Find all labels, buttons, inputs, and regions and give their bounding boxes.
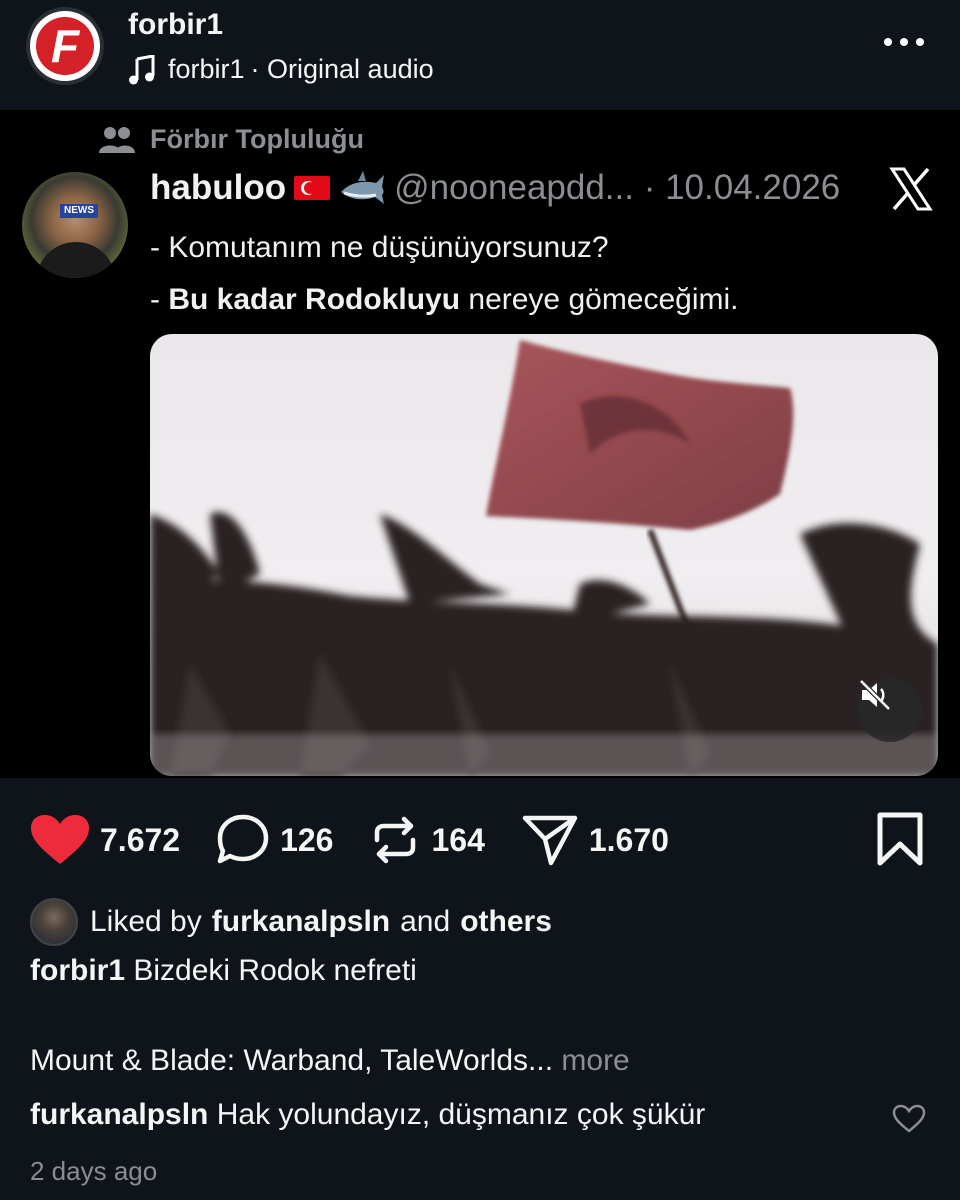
post-header: F forbir1 forbir1 · Original audio <box>0 0 960 110</box>
action-bar: 7.672 126 164 1.670 <box>30 812 705 868</box>
shark-icon <box>341 171 385 204</box>
more-options-icon[interactable] <box>884 38 924 46</box>
mute-button[interactable] <box>858 678 922 742</box>
tweet-display-name: habuloo <box>150 168 287 207</box>
tweet-line-2-rest: nereye gömeceğimi. <box>460 283 739 316</box>
post-timestamp: 2 days ago <box>30 1156 158 1186</box>
tweet-text: - Komutanım ne düşünüyorsunuz? - Bu kada… <box>150 222 739 326</box>
music-note-icon <box>129 54 155 84</box>
send-icon[interactable] <box>521 813 579 867</box>
game-text: Mount & Blade: Warband, TaleWorlds... <box>30 1044 554 1077</box>
video-player[interactable] <box>150 334 938 776</box>
liked-by-others[interactable]: others <box>460 905 552 939</box>
comment-preview: furkanalpsln Hak yolundayız, düşmanız ço… <box>30 1098 705 1132</box>
repost-count: 164 <box>431 821 485 858</box>
audio-label: · Original audio <box>250 54 434 84</box>
comment-count: 126 <box>280 821 334 858</box>
brand-logo-icon: F <box>36 17 94 75</box>
game-credit: Mount & Blade: Warband, TaleWorlds... mo… <box>30 1044 630 1078</box>
avatar-news-badge: NEWS <box>60 204 98 218</box>
profile-avatar[interactable]: F <box>26 7 104 85</box>
audio-owner: forbir1 <box>168 54 245 84</box>
speaker-muted-icon <box>859 679 891 711</box>
liked-by-user[interactable]: furkanalpsln <box>212 905 390 939</box>
tweet-line-2-bold: Bu kadar Rodokluyu <box>168 283 461 316</box>
community-label: Förbır Topluluğu <box>98 124 364 155</box>
liker-avatar[interactable] <box>30 898 78 946</box>
avatar-ring: F <box>30 11 100 81</box>
audio-link[interactable]: forbir1 · Original audio <box>128 54 434 85</box>
post-caption: forbir1 Bizdeki Rodok nefreti <box>30 954 417 988</box>
community-name: Förbır Topluluğu <box>150 124 364 154</box>
liked-by-prefix: Liked by <box>90 905 202 938</box>
tweet-author-avatar: NEWS <box>22 172 128 278</box>
share-count: 1.670 <box>588 821 669 858</box>
tweet-line-2-prefix: - <box>150 283 169 316</box>
share-action[interactable]: 1.670 <box>521 813 669 867</box>
more-link[interactable]: more <box>561 1044 629 1077</box>
heart-filled-icon[interactable] <box>30 814 90 866</box>
repost-icon[interactable] <box>369 814 421 866</box>
comment-username[interactable]: furkanalpsln <box>30 1098 208 1131</box>
bookmark-icon[interactable] <box>876 812 924 866</box>
tweet-line-2: - Bu kadar Rodokluyu nereye gömeceğimi. <box>150 274 739 326</box>
comment-icon[interactable] <box>216 813 270 867</box>
caption-username[interactable]: forbir1 <box>30 954 125 987</box>
liked-by-row[interactable]: Liked by furkanalpsln and others <box>30 898 552 946</box>
community-icon <box>99 126 135 153</box>
tweet-line-1: - Komutanım ne düşünüyorsunuz? <box>150 231 609 264</box>
comment-action[interactable]: 126 <box>216 813 333 867</box>
tweet-handle-date: @nooneapdd... · 10.04.2026 <box>394 168 841 207</box>
tweet-header: habuloo @nooneapdd... · 10.04.2026 <box>150 168 840 208</box>
video-frame <box>150 340 938 776</box>
comment-text: Hak yolundayız, düşmanız çok şükür <box>216 1098 706 1131</box>
repost-action[interactable]: 164 <box>369 814 485 866</box>
post-media[interactable]: Förbır Topluluğu NEWS habuloo @nooneapdd… <box>0 110 960 778</box>
x-logo-icon <box>889 167 933 211</box>
turkey-flag-icon <box>294 176 331 200</box>
username[interactable]: forbir1 <box>128 8 223 42</box>
liked-by-middle: and <box>400 905 451 938</box>
like-count: 7.672 <box>100 821 181 858</box>
avatar-shirt <box>36 242 116 278</box>
comment-like-heart-icon[interactable] <box>892 1104 926 1134</box>
like-action[interactable]: 7.672 <box>30 814 180 866</box>
caption-text: Bizdeki Rodok nefreti <box>133 954 417 987</box>
